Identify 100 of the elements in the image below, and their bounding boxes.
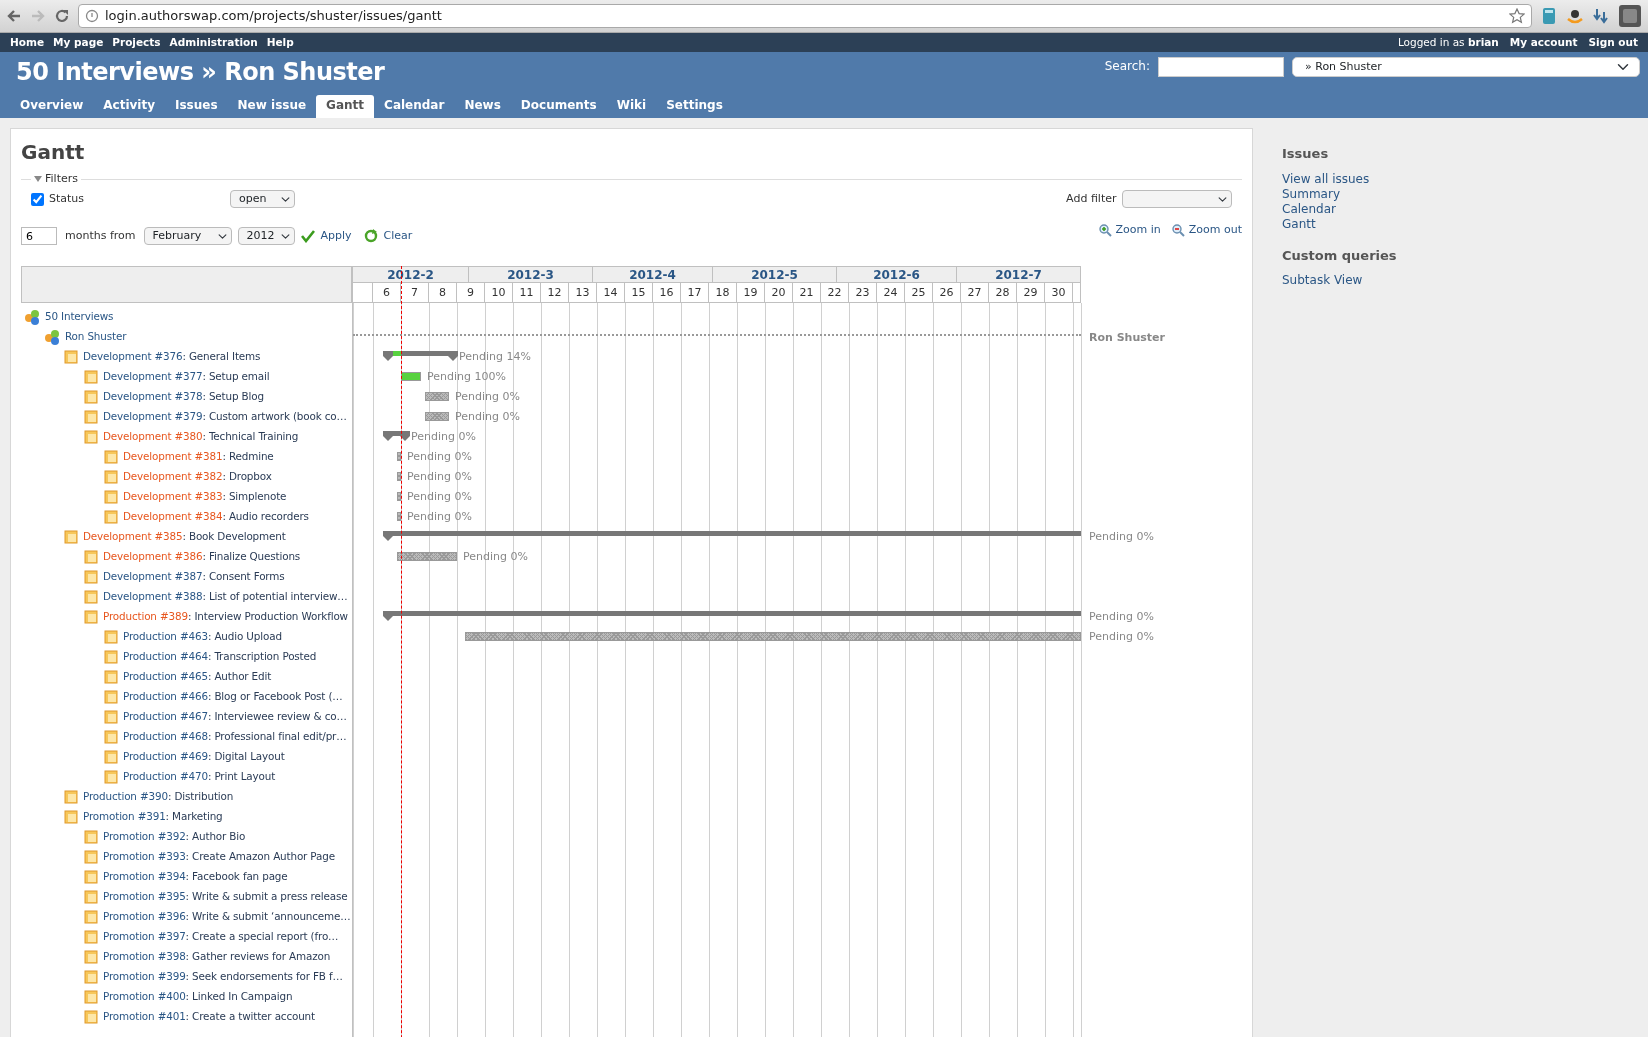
issue-link[interactable]: Promotion #395 xyxy=(103,890,186,903)
issue-icon xyxy=(84,830,98,844)
month-select[interactable]: February xyxy=(143,227,232,245)
tab[interactable]: Calendar xyxy=(374,95,455,118)
apply-link[interactable]: Apply xyxy=(320,228,352,244)
issue-link[interactable]: Production #463 xyxy=(123,630,208,643)
issue-link[interactable]: Production #464 xyxy=(123,650,208,663)
tab[interactable]: Gantt xyxy=(316,95,375,118)
issue-link[interactable]: Production #470 xyxy=(123,770,208,783)
sidebar-link[interactable]: Subtask View xyxy=(1282,273,1648,289)
refresh-icon xyxy=(363,229,378,243)
smile-icon[interactable] xyxy=(1566,7,1584,25)
address-bar[interactable]: login.authorswap.com/projects/shuster/issues/gantt xyxy=(78,4,1532,28)
filter-label: Status xyxy=(49,191,86,207)
bar-label: Pending 0% xyxy=(455,409,520,425)
issue-icon xyxy=(104,710,118,724)
book-icon[interactable] xyxy=(1540,7,1558,25)
star-icon[interactable] xyxy=(1509,8,1525,24)
year-select[interactable]: 2012 xyxy=(237,227,295,245)
tab[interactable]: Activity xyxy=(93,95,165,118)
issue-icon xyxy=(64,350,78,364)
issue-title: Promotion #397: Create a special report (fro… xyxy=(103,930,339,944)
zoom-in-icon xyxy=(1097,223,1112,237)
menu-link[interactable]: Administration xyxy=(169,35,258,50)
tab[interactable]: New issue xyxy=(227,95,317,118)
sidebar-link[interactable]: Gantt xyxy=(1282,216,1648,232)
issue-link[interactable]: Production #465 xyxy=(123,670,208,683)
week-header: 7 xyxy=(401,283,429,303)
extension-icon[interactable] xyxy=(1618,4,1642,28)
project-link[interactable]: Ron Shuster xyxy=(65,330,127,344)
issue-link[interactable]: Production #389 xyxy=(103,610,188,623)
sidebar-link[interactable]: View all issues xyxy=(1282,171,1648,187)
tab[interactable]: News xyxy=(454,95,511,118)
issue-link[interactable]: Production #467 xyxy=(123,710,208,723)
reload-icon[interactable] xyxy=(54,8,70,24)
marker-icon xyxy=(383,431,393,441)
issue-icon xyxy=(104,750,118,764)
issue-icon xyxy=(84,910,98,924)
issue-icon xyxy=(104,510,118,524)
months-field[interactable]: 6 xyxy=(21,227,57,245)
bar-label: Pending 14% xyxy=(459,349,531,365)
zoom-out-link[interactable]: Zoom out xyxy=(1188,222,1242,238)
issue-link[interactable]: Production #390 xyxy=(83,790,168,803)
issue-title: Development #386: Finalize Questions xyxy=(103,550,301,564)
status-checkbox[interactable] xyxy=(31,192,44,206)
sidebar-link[interactable]: Calendar xyxy=(1282,201,1648,217)
issue-icon xyxy=(104,450,118,464)
menu-link[interactable]: My page xyxy=(53,35,104,50)
tab[interactable]: Overview xyxy=(10,95,94,118)
month-header: 2012-4 xyxy=(593,266,713,283)
marker-icon xyxy=(400,431,410,441)
back-icon[interactable] xyxy=(6,8,22,24)
menu-link[interactable]: Help xyxy=(266,35,294,50)
issue-link[interactable]: Promotion #396 xyxy=(103,910,186,923)
issue-title: Production #389: Interview Production Workflow xyxy=(103,610,348,624)
issue-link[interactable]: Promotion #392 xyxy=(103,830,186,843)
menu-link[interactable]: Home xyxy=(10,35,45,50)
issue-title: Promotion #401: Create a twitter account xyxy=(103,1010,315,1024)
project-icon xyxy=(24,309,40,325)
tab[interactable]: Settings xyxy=(656,95,733,118)
issue-link[interactable]: Production #468 xyxy=(123,730,208,743)
tab[interactable]: Issues xyxy=(165,95,228,118)
issue-link[interactable]: Promotion #394 xyxy=(103,870,186,883)
week-header: 23 xyxy=(849,283,877,303)
month-header: 2012-5 xyxy=(713,266,837,283)
status-select[interactable]: open xyxy=(230,190,295,208)
issue-link[interactable]: Promotion #401 xyxy=(103,1010,186,1023)
week-header: 24 xyxy=(877,283,905,303)
issue-title: Promotion #400: Linked In Campaign xyxy=(103,990,293,1004)
issue-link[interactable]: Promotion #391 xyxy=(83,810,166,823)
sidebar-link[interactable]: Summary xyxy=(1282,186,1648,202)
issue-title: Promotion #399: Seek endorsements for FB f… xyxy=(103,970,343,984)
tab[interactable]: Wiki xyxy=(606,95,657,118)
search-field[interactable] xyxy=(1158,57,1284,77)
tab[interactable]: Documents xyxy=(510,95,607,118)
issue-link[interactable]: Production #466 xyxy=(123,690,208,703)
issue-link[interactable]: Promotion #393 xyxy=(103,850,186,863)
menu-link[interactable]: My account xyxy=(1509,35,1578,50)
issue-title: Production #465: Author Edit xyxy=(123,670,272,684)
month-header: 2012-3 xyxy=(469,266,593,283)
clear-link[interactable]: Clear xyxy=(383,228,413,244)
project-select[interactable]: » Ron Shuster xyxy=(1292,57,1640,77)
zoom-in-link[interactable]: Zoom in xyxy=(1115,222,1161,238)
issue-link[interactable]: Production #469 xyxy=(123,750,208,763)
week-header: 10 xyxy=(485,283,513,303)
week-header: 17 xyxy=(681,283,709,303)
issue-link[interactable]: Promotion #399 xyxy=(103,970,186,983)
add-filter-label: Add filter xyxy=(1066,191,1117,207)
task-bar xyxy=(397,472,401,481)
issue-link[interactable]: Promotion #397 xyxy=(103,930,186,943)
menu-link[interactable]: Projects xyxy=(112,35,161,50)
issue-icon xyxy=(84,430,98,444)
issue-title: Promotion #393: Create Amazon Author Page xyxy=(103,850,335,864)
menu-link[interactable]: Sign out xyxy=(1588,35,1638,50)
issue-link[interactable]: Promotion #400 xyxy=(103,990,186,1003)
download-icon[interactable] xyxy=(1592,7,1610,25)
project-link[interactable]: 50 Interviews xyxy=(45,310,114,324)
issue-link[interactable]: Promotion #398 xyxy=(103,950,186,963)
issue-title: Development #384: Audio recorders xyxy=(123,510,309,524)
marker-icon xyxy=(383,351,393,361)
